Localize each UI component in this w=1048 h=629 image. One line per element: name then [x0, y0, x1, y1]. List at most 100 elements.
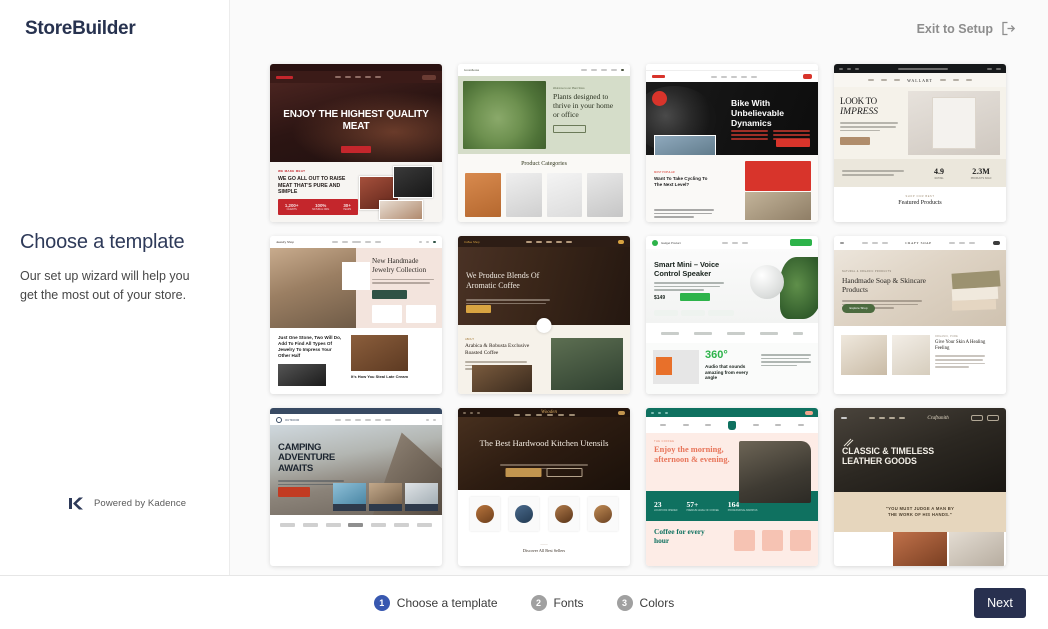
tile-headline: The Best Hardwood Kitchen Utensils: [479, 438, 609, 448]
tile-product-row: [458, 490, 630, 538]
template-card-gallery[interactable]: WALLART LOOK TO IMPRESS 4.9 RATING 2.3M …: [834, 64, 1006, 222]
tile-stat-label: PRODUCTS SOLD: [970, 176, 992, 180]
tile-quote: "YOU MUST JUDGE A MAN BY THE WORK OF HIS…: [885, 505, 955, 517]
main-panel: Exit to Setup ENJOY THE HIGHEST QUALITY …: [230, 0, 1048, 575]
tile-stats: 4.9 RATING 2.3M PRODUCTS SOLD: [834, 159, 1006, 187]
template-card-speaker[interactable]: Gadget Product Smart Mini – Voice Contro…: [646, 236, 818, 394]
tile-section-title: Featured Products: [898, 200, 942, 206]
kadence-logo-icon: [68, 496, 85, 511]
tile-body-image: [472, 365, 532, 392]
next-button[interactable]: Next: [974, 587, 1026, 618]
tile-brand: WALLART: [907, 77, 933, 83]
tile-body-image: [551, 338, 623, 390]
tile-video-thumb: [654, 135, 716, 155]
tile-hero-image: [463, 81, 546, 149]
tile-hero: Welcome to our Plant Store Plants design…: [458, 76, 630, 154]
tile-nav: Jewelry Shop: [270, 236, 442, 248]
tile-brand: Coffee Shop: [464, 239, 480, 244]
tile-hero: Wooden The Best Hardwood Kitchen Utensil…: [458, 408, 630, 490]
tile-topbar: [646, 64, 818, 71]
tile-section: Coffee for every hour: [646, 521, 818, 566]
step-colors[interactable]: 3 Colors: [616, 594, 674, 611]
tile-section-number: 360°: [705, 349, 728, 361]
tile-brand: Gadget Product: [661, 240, 681, 245]
template-card-coffee-teal[interactable]: THE COFFEE Enjoy the morning, afternoon …: [646, 408, 818, 566]
tile-section-kicker: SHOP OUR BEST: [905, 195, 935, 198]
tile-frame-art: [932, 97, 976, 149]
tile-logo-strip: [646, 323, 818, 343]
exit-to-setup-button[interactable]: Exit to Setup: [917, 21, 1016, 36]
tile-headline: Handmade Soap & Skincare Products: [842, 276, 926, 295]
tile-body-image: [745, 192, 811, 220]
tile-brand-icon: [727, 420, 736, 430]
tile-stat-label: PREMIUM LEVEL OF COFFEE: [686, 509, 719, 512]
tile-stat-value: 2.3M: [972, 166, 990, 176]
tile-nav: OUTDOOR: [270, 414, 442, 425]
template-card-utensils[interactable]: Wooden The Best Hardwood Kitchen Utensil…: [458, 408, 630, 566]
step-choose-template[interactable]: 1 Choose a template: [373, 594, 498, 611]
tile-body-image: [278, 363, 326, 386]
tile-headline: Smart Mini – Voice Control Speaker: [654, 260, 720, 278]
tile-subhead: Just One Stone, Two Will Do, Add To Find…: [278, 335, 342, 358]
tile-feature-badges: [654, 310, 734, 316]
tile-hero-button: Explore Shop: [842, 304, 875, 313]
template-card-leather[interactable]: Craftsmith CLASSIC & TIMELESS LEATHER GO…: [834, 408, 1006, 566]
template-card-soap[interactable]: CRAFT SOAP NATURAL & ORGANIC PRODUCTS Ha…: [834, 236, 1006, 394]
step-number: 3: [616, 594, 633, 611]
top-bar: Exit to Setup: [230, 0, 1048, 56]
tile-section: SHOP OUR BEST Featured Products: [834, 187, 1006, 221]
tile-headline: CAMPING ADVENTURE AWAITS: [278, 442, 335, 474]
powered-by: Powered by Kadence: [0, 496, 229, 575]
tile-product-chip: [342, 262, 370, 290]
tile-caption: It's How You Steal Late Cream: [351, 374, 409, 379]
exit-arrow-icon: [1001, 21, 1016, 36]
tile-navlinks: [334, 76, 381, 78]
tile-cta-chip: [422, 74, 436, 80]
template-card-jewelry[interactable]: Jewelry Shop New Handmade Jewelry Collec…: [270, 236, 442, 394]
tile-topbar: [834, 64, 1006, 73]
tile-body: MOST POPULAR Want To Take Cycling To The…: [646, 155, 818, 222]
template-grid: ENJOY THE HIGHEST QUALITY MEAT WE MAKE M…: [270, 64, 1022, 566]
tile-hero-button: [840, 137, 870, 146]
page-title: Choose a template: [20, 231, 185, 254]
tile-kicker: Welcome to our Plant Store: [553, 87, 585, 90]
tile-headline: Plants designed to thrive in your home o…: [553, 92, 614, 119]
tile-kicker: NATURAL & ORGANIC PRODUCTS: [842, 270, 892, 273]
tile-stat-label: RATING: [934, 176, 944, 180]
tile-cart-chip: [803, 74, 812, 79]
template-card-camping[interactable]: OUTDOOR CAMPING ADVENTURE AWAITS: [270, 408, 442, 566]
tile-hero-button: [553, 124, 586, 133]
tile-stat-label: LOCATIONS OPENED: [654, 509, 678, 512]
tile-stat-value: 57+: [686, 499, 699, 509]
tile-logo-strip: [270, 515, 442, 535]
template-card-bike[interactable]: Bike With Unbelievable Dynamics MOST POP…: [646, 64, 818, 222]
tile-headline: CLASSIC & TIMELESS LEATHER GOODS: [842, 446, 935, 467]
tile-hero-copy: Welcome to our Plant Store Plants design…: [546, 81, 625, 149]
tile-stat: 100% NATURAL ORG: [312, 202, 330, 212]
tile-hero: NATURAL & ORGANIC PRODUCTS Handmade Soap…: [834, 250, 1006, 326]
tile-footer-text: Discover All Best Sellers: [522, 548, 566, 553]
tile-feature-chips: [372, 304, 436, 323]
tile-stat: 1,200+ CLIENTS: [284, 202, 299, 212]
tile-section-icons: [734, 530, 811, 551]
tile-quote-block: "YOU MUST JUDGE A MAN BY THE WORK OF HIS…: [834, 492, 1006, 532]
tile-promo-block: [745, 161, 811, 191]
tile-hero-button-primary: [505, 468, 542, 477]
template-card-plants[interactable]: Greenhouse Welcome to our Plant Store Pl…: [458, 64, 630, 222]
template-gallery[interactable]: ENJOY THE HIGHEST QUALITY MEAT WE MAKE M…: [230, 56, 1048, 575]
tile-price: $149: [654, 295, 666, 301]
step-label: Choose a template: [396, 595, 498, 610]
tile-hero-button-label: Explore Shop: [849, 306, 868, 310]
tile-body: WE MAKE MEAT WE GO ALL OUT TO RAISE MEAT…: [270, 162, 442, 222]
step-fonts[interactable]: 2 Fonts: [530, 594, 584, 611]
tile-scroll-knob: [536, 318, 552, 333]
wizard-body: StoreBuilder Choose a template Our set u…: [0, 0, 1048, 575]
tile-section-title: Arabica & Robusta Exclusive Roasted Coff…: [465, 343, 530, 357]
tile-hero-image: [750, 265, 784, 299]
template-card-coffee-dark[interactable]: Coffee Shop We Produce Blends Of Aromati…: [458, 236, 630, 394]
tile-nav: [458, 414, 630, 416]
tile-body-image: [351, 335, 409, 371]
template-card-butcher[interactable]: ENJOY THE HIGHEST QUALITY MEAT WE MAKE M…: [270, 64, 442, 222]
tile-plant-decor: [780, 257, 818, 319]
tile-section-kicker: ORGANIC, PURE: [935, 335, 959, 338]
